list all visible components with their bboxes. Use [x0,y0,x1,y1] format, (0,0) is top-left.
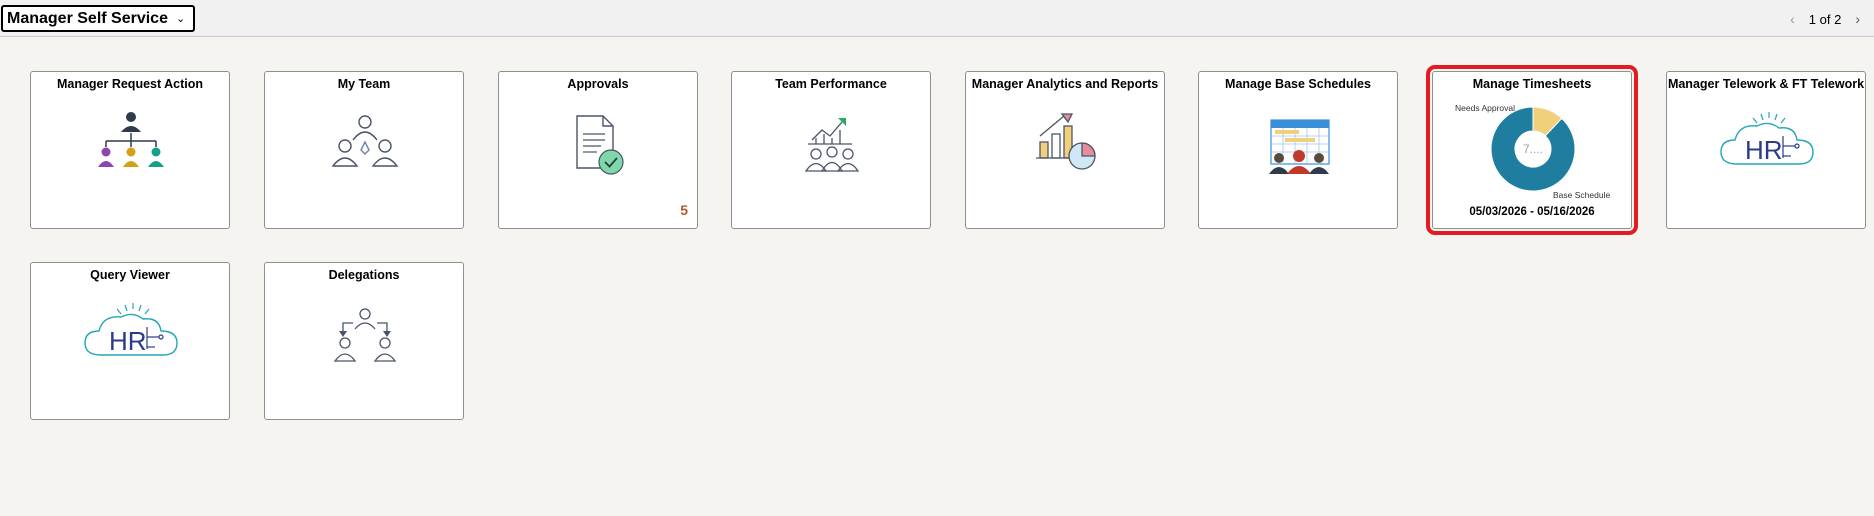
tile-title: Team Performance [775,77,887,91]
tile-manager-telework[interactable]: Manager Telework & FT Telework HR [1666,71,1866,229]
page-pager: ‹ 1 of 2 › [1790,11,1860,27]
tile-title: Manage Timesheets [1472,77,1592,91]
top-bar: Manager Self Service ⌄ ‹ 1 of 2 › [0,0,1874,37]
tile-title: Delegations [328,268,400,282]
tile-title: Manager Telework & FT Telework [1667,77,1865,91]
delegation-icon [333,308,397,362]
tile-manage-timesheets[interactable]: Manage Timesheets 7.... Needs Approval B… [1426,65,1638,235]
approvals-count-badge: 5 [680,202,688,218]
team-icon [331,115,399,167]
chevron-down-icon: ⌄ [175,13,186,25]
tile-manager-analytics-and-reports[interactable]: Manager Analytics and Reports [965,71,1165,229]
page-indicator: 1 of 2 [1808,11,1842,27]
tile-delegations[interactable]: Delegations [264,262,464,420]
schedule-calendar-icon [1269,119,1330,174]
analytics-icon [1036,113,1096,170]
tile-title: Approvals [567,77,629,91]
svg-text:HR: HR [109,326,147,356]
timesheet-date-range: 05/03/2026 - 05/16/2026 [1469,206,1595,218]
tile-my-team[interactable]: My Team [264,71,464,229]
tile-title: Manager Request Action [56,77,204,91]
team-growth-icon [804,118,860,172]
tile-query-viewer[interactable]: Query Viewer HR [30,262,230,420]
svg-text:HR: HR [1745,135,1783,165]
homepage-title: Manager Self Service [7,9,168,27]
tile-title: My Team [337,77,391,91]
tile-manage-base-schedules[interactable]: Manage Base Schedules [1198,71,1398,229]
previous-page-icon[interactable]: ‹ [1790,11,1795,27]
legend-base-schedule: Base Schedule [1553,190,1611,200]
hr-cloud-icon: HR [1720,112,1814,165]
homepage-selector[interactable]: Manager Self Service ⌄ [1,5,196,32]
tile-team-performance[interactable]: Team Performance [731,71,931,229]
timesheet-donut-chart[interactable]: 7.... [1489,105,1577,193]
org-chart-icon [98,112,164,167]
tile-title: Manager Analytics and Reports [971,77,1159,91]
tile-approvals[interactable]: Approvals 5 [498,71,698,229]
hr-cloud-icon: HR [84,303,178,356]
document-approved-icon [576,115,624,175]
legend-needs-approval: Needs Approval [1455,103,1516,113]
tile-title: Manage Base Schedules [1225,77,1371,91]
tile-manager-request-action[interactable]: Manager Request Action [30,71,230,229]
donut-center-label: 7.... [1523,142,1543,156]
next-page-icon[interactable]: › [1855,11,1860,27]
tile-title: Query Viewer [90,268,170,282]
